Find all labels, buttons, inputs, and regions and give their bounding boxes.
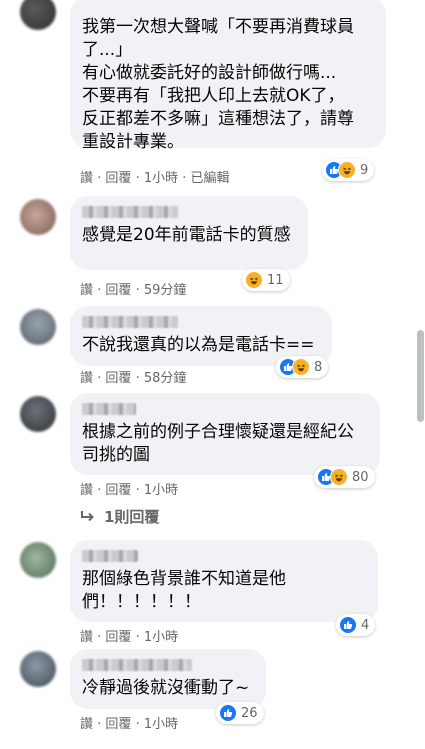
reaction-summary[interactable]: 8: [276, 356, 329, 378]
comment-text: 根據之前的例子合理懷疑還是經紀公 司挑的圖: [82, 422, 354, 465]
like-link[interactable]: 讚: [80, 630, 93, 645]
author-name[interactable]: [82, 316, 178, 328]
separator: ·: [178, 171, 191, 186]
reply-link[interactable]: 回覆: [105, 283, 131, 298]
scrollbar-thumb[interactable]: [417, 330, 424, 422]
comment-actions: 讚 · 回覆 · 1小時 · 已編輯: [80, 167, 230, 186]
reply-link[interactable]: 回覆: [105, 717, 131, 732]
separator: ·: [131, 483, 144, 498]
reaction-count: 26: [241, 705, 258, 721]
avatar[interactable]: [20, 651, 56, 687]
comment-bubble: 冷靜過後就沒衝動了~: [70, 649, 266, 709]
reply-link[interactable]: 回覆: [105, 483, 131, 498]
reply-link[interactable]: 回覆: [105, 371, 131, 386]
like-reaction-icon: [219, 704, 237, 722]
edited-label[interactable]: 已編輯: [191, 171, 230, 186]
avatar[interactable]: [20, 199, 56, 235]
timestamp[interactable]: 59分鐘: [144, 283, 187, 298]
separator: ·: [93, 283, 106, 298]
comment-actions: 讚 · 回覆 · 1小時: [80, 626, 178, 645]
reply-link[interactable]: 回覆: [105, 630, 131, 645]
comment-bubble: 感覺是20年前電話卡的質感: [70, 196, 308, 270]
reply-link[interactable]: 回覆: [105, 171, 131, 186]
reaction-summary[interactable]: 26: [216, 702, 264, 724]
like-link[interactable]: 讚: [80, 483, 93, 498]
haha-reaction-icon: [338, 161, 356, 179]
avatar[interactable]: [20, 396, 56, 432]
comment-actions: 讚 · 回覆 · 58分鐘: [80, 367, 186, 386]
timestamp[interactable]: 58分鐘: [144, 371, 187, 386]
author-name[interactable]: [82, 206, 178, 218]
comment-text: 不說我還真的以為是電話卡==: [82, 335, 315, 355]
avatar[interactable]: [20, 0, 56, 30]
comment-bubble: 根據之前的例子合理懷疑還是經紀公 司挑的圖: [70, 393, 380, 475]
comment-actions: 讚 · 回覆 · 59分鐘: [80, 279, 186, 298]
scrollbar-track[interactable]: [416, 0, 425, 749]
timestamp[interactable]: 1小時: [144, 717, 178, 732]
reaction-count: 4: [361, 617, 370, 633]
separator: ·: [93, 171, 106, 186]
separator: ·: [93, 371, 106, 386]
reaction-count: 80: [352, 469, 369, 485]
view-replies-link[interactable]: 1則回覆: [80, 506, 159, 527]
separator: ·: [131, 717, 144, 732]
reaction-summary[interactable]: 80: [314, 466, 375, 488]
like-link[interactable]: 讚: [80, 283, 93, 298]
haha-reaction-icon: [330, 468, 348, 486]
reaction-count: 11: [267, 272, 284, 288]
timestamp[interactable]: 1小時: [144, 630, 178, 645]
author-name[interactable]: [82, 659, 192, 671]
timestamp[interactable]: 1小時: [144, 483, 178, 498]
comment-text: 感覺是20年前電話卡的質感: [82, 225, 291, 245]
reaction-summary[interactable]: 11: [242, 269, 290, 291]
author-name[interactable]: [82, 403, 136, 415]
comment-actions: 讚 · 回覆 · 1小時: [80, 479, 178, 498]
reply-arrow-icon: [80, 510, 96, 524]
separator: ·: [93, 630, 106, 645]
like-link[interactable]: 讚: [80, 717, 93, 732]
reaction-count: 9: [360, 162, 369, 178]
comment-text: 那個綠色背景誰不知道是他 們！！！！！！: [82, 569, 286, 612]
avatar[interactable]: [20, 309, 56, 345]
separator: ·: [131, 283, 144, 298]
like-link[interactable]: 讚: [80, 371, 93, 386]
comment-text: 我第一次想大聲喊「不要再消費球員 了...」 有心做就委託好的設計師做行嗎...…: [82, 17, 354, 152]
separator: ·: [93, 483, 106, 498]
reaction-summary[interactable]: 4: [336, 614, 376, 636]
separator: ·: [131, 371, 144, 386]
separator: ·: [131, 630, 144, 645]
comment-bubble: 我第一次想大聲喊「不要再消費球員 了...」 有心做就委託好的設計師做行嗎...…: [70, 0, 386, 152]
author-name[interactable]: [82, 550, 138, 562]
like-link[interactable]: 讚: [80, 171, 93, 186]
separator: ·: [131, 171, 144, 186]
avatar[interactable]: [20, 542, 56, 578]
haha-reaction-icon: [292, 358, 310, 376]
comment-actions: 讚 · 回覆 · 1小時: [80, 713, 178, 732]
separator: ·: [93, 717, 106, 732]
replies-count-label: 1則回覆: [104, 508, 160, 526]
reaction-summary[interactable]: 9: [322, 159, 375, 181]
reaction-count: 8: [314, 359, 323, 375]
comment-text: 冷靜過後就沒衝動了~: [82, 678, 250, 698]
comment-bubble: 那個綠色背景誰不知道是他 們！！！！！！: [70, 540, 378, 622]
like-reaction-icon: [339, 616, 357, 634]
timestamp[interactable]: 1小時: [144, 171, 178, 186]
haha-reaction-icon: [245, 271, 263, 289]
